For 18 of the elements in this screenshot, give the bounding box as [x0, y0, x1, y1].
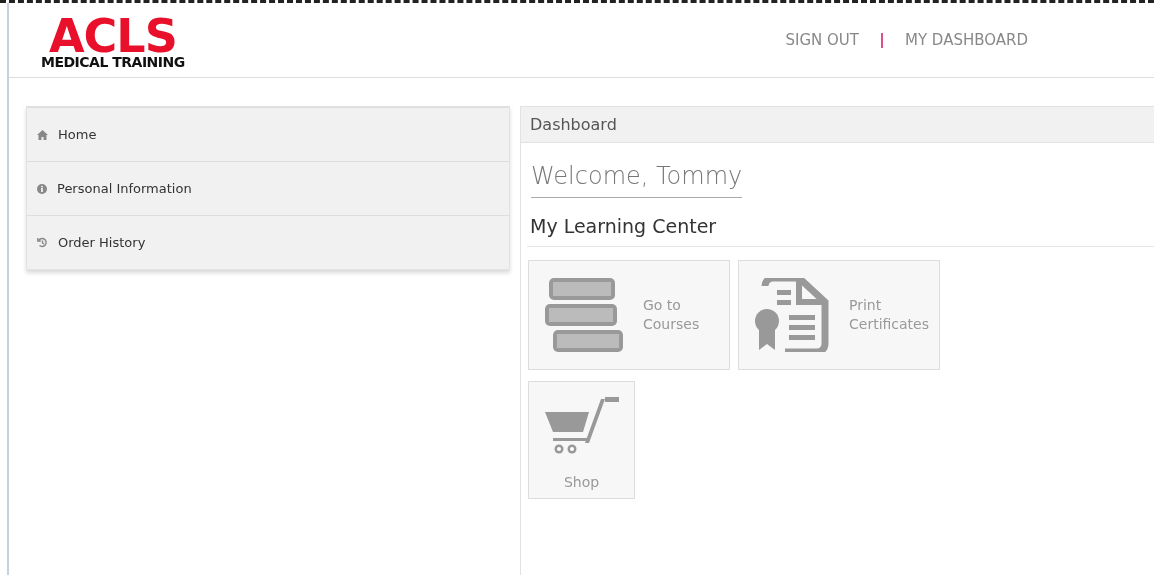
home-icon — [37, 129, 48, 140]
section-title: My Learning Center — [530, 215, 718, 239]
books-icon — [545, 278, 623, 352]
logo-subtitle: MEDICAL TRAINING — [41, 55, 185, 69]
sidebar-item[interactable]: Order History — [27, 215, 509, 269]
tile-button[interactable]: Shop — [528, 381, 635, 499]
history-icon — [37, 237, 48, 248]
info-icon — [37, 183, 47, 194]
certificate-icon — [755, 278, 829, 352]
panel-header: Dashboard — [521, 106, 1154, 143]
cart-icon — [544, 396, 619, 455]
nav-link[interactable]: SIGN OUT — [785, 31, 859, 49]
welcome-heading: Welcome, Tommy — [531, 162, 743, 198]
sidebar-item[interactable]: Personal Information — [27, 161, 509, 215]
nav-link[interactable]: MY DASHBOARD — [904, 31, 1028, 49]
tile-button[interactable]: Go to Courses — [528, 260, 730, 370]
sidebar-item[interactable]: Home — [27, 107, 509, 161]
tile-button[interactable]: Print Certificates — [738, 260, 940, 370]
